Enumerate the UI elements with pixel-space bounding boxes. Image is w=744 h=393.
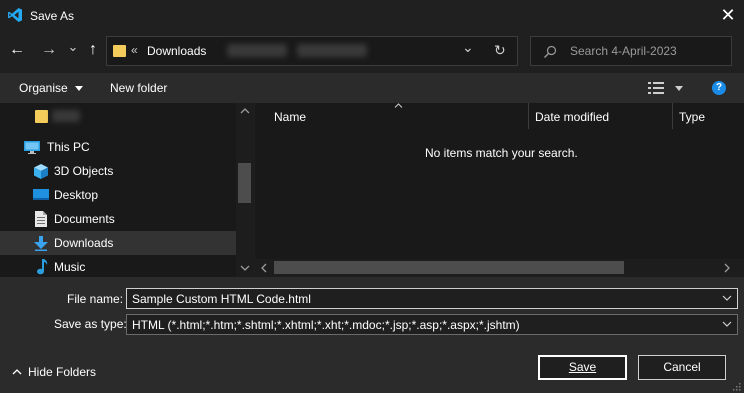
tree-item-this-pc[interactable]: This PC — [0, 135, 236, 159]
save-as-type-value: HTML (*.html;*.htm;*.shtml;*.xhtml;*.xht… — [132, 318, 520, 332]
tree-item-label: Music — [54, 260, 86, 274]
title-bar — [0, 0, 744, 31]
tree-item-label: Desktop — [54, 188, 99, 202]
tree-item-3d-objects[interactable]: 3D Objects — [0, 159, 236, 183]
horizontal-scroll-thumb[interactable] — [274, 261, 624, 274]
column-divider[interactable] — [528, 103, 529, 129]
address-bar[interactable]: « Downloads ⌄ ↻ — [106, 36, 518, 66]
chevron-down-icon[interactable] — [722, 321, 732, 327]
redacted-folder-name — [52, 110, 80, 122]
save-as-type-select[interactable]: HTML (*.html;*.htm;*.shtml;*.xhtml;*.xht… — [126, 314, 738, 335]
recent-locations-chevron-icon[interactable]: ⌄ — [64, 38, 82, 56]
desktop-icon — [33, 189, 49, 200]
tree-item-label: 3D Objects — [54, 164, 114, 178]
address-overflow-icon[interactable]: « — [131, 43, 138, 57]
sort-ascending-chevron-icon — [394, 103, 403, 108]
tree-item-documents[interactable]: Documents — [0, 207, 236, 231]
search-icon — [544, 45, 557, 58]
new-folder-button[interactable]: New folder — [110, 81, 167, 95]
redacted-path — [297, 44, 367, 57]
file-list-pane — [255, 103, 744, 277]
tree-item-downloads[interactable]: Downloads — [0, 231, 236, 255]
chevron-down-icon[interactable] — [722, 295, 732, 301]
save-as-type-label: Save as type: — [54, 317, 127, 331]
forward-arrow-icon[interactable]: → — [40, 41, 58, 59]
up-arrow-icon[interactable]: ↑ — [84, 41, 102, 59]
address-dropdown-chevron-icon[interactable]: ⌄ — [462, 39, 474, 56]
back-arrow-icon[interactable]: ← — [8, 41, 26, 59]
search-box[interactable]: Search 4-April-2023 — [530, 36, 732, 66]
file-name-value: Sample Custom HTML Code.html — [132, 292, 311, 306]
folder-icon — [35, 110, 48, 123]
column-header-date-modified[interactable]: Date modified — [535, 110, 609, 138]
folder-icon — [113, 45, 126, 57]
vscode-logo-icon — [8, 8, 22, 22]
caret-down-icon — [75, 86, 84, 92]
column-divider[interactable] — [672, 103, 673, 129]
tree-item-label: Downloads — [54, 236, 114, 250]
details-view-icon — [648, 82, 664, 94]
hide-folders-label: Hide Folders — [28, 364, 97, 379]
music-icon — [37, 259, 48, 275]
cancel-button[interactable]: Cancel — [638, 355, 726, 380]
column-header-type[interactable]: Type — [679, 110, 705, 138]
tree-item-label: Documents — [54, 212, 115, 226]
caret-down-icon — [675, 86, 683, 91]
breadcrumb-downloads[interactable]: Downloads — [147, 44, 206, 58]
scroll-left-chevron-icon[interactable] — [261, 263, 267, 273]
view-options-button[interactable] — [646, 80, 686, 96]
tree-item-label: This PC — [47, 140, 90, 154]
monitor-icon — [24, 141, 40, 154]
search-input-placeholder[interactable]: Search 4-April-2023 — [570, 44, 677, 58]
save-button[interactable]: Save — [538, 355, 627, 380]
empty-list-message: No items match your search. — [425, 146, 578, 160]
hide-folders-toggle[interactable]: Hide Folders — [12, 364, 96, 379]
tree-item-desktop[interactable]: Desktop — [0, 183, 236, 207]
save-button-label: Save — [568, 360, 597, 374]
cube-icon — [34, 164, 48, 179]
file-name-label: File name: — [67, 292, 124, 306]
scroll-down-chevron-icon[interactable] — [240, 265, 250, 271]
refresh-icon[interactable]: ↻ — [494, 42, 506, 59]
organise-label: Organise — [19, 81, 68, 95]
scroll-right-chevron-icon[interactable] — [724, 263, 730, 273]
column-header-name[interactable]: Name — [274, 110, 306, 138]
organise-menu-button[interactable]: Organise — [19, 81, 84, 95]
window-title: Save As — [30, 9, 75, 23]
chevron-up-icon — [12, 368, 22, 375]
file-name-field[interactable]: Sample Custom HTML Code.html — [126, 288, 738, 309]
scroll-up-chevron-icon[interactable] — [240, 108, 250, 114]
tree-item-music[interactable]: Music — [0, 255, 236, 277]
close-button[interactable]: ✕ — [718, 4, 738, 26]
tree-item-quick-folder[interactable] — [0, 103, 236, 127]
download-icon — [34, 236, 48, 251]
navigation-scroll-thumb[interactable] — [238, 163, 251, 203]
help-icon[interactable]: ? — [712, 81, 726, 95]
document-icon — [35, 211, 47, 227]
redacted-path — [227, 44, 287, 57]
resize-grip-icon[interactable] — [731, 381, 741, 391]
